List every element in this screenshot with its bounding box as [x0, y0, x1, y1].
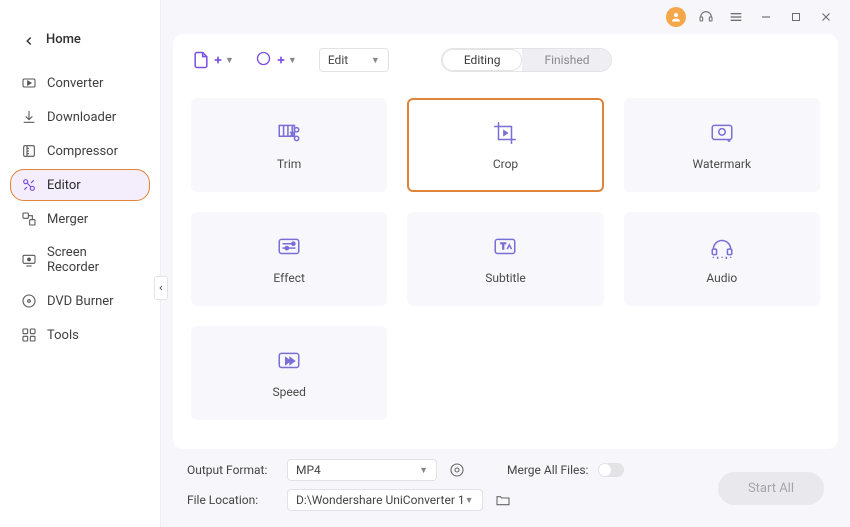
- sidebar-item-label: Merger: [47, 212, 88, 227]
- sidebar-item-label: Downloader: [47, 110, 116, 125]
- tile-watermark[interactable]: Watermark: [624, 98, 820, 192]
- menu-icon[interactable]: [726, 7, 746, 27]
- sidebar-item-compressor[interactable]: Compressor: [10, 135, 150, 167]
- footer-bar: Output Format: MP4 ▼ Merge All Files: Fi…: [161, 449, 850, 527]
- sidebar-item-converter[interactable]: Converter: [10, 67, 150, 99]
- editor-icon: [21, 177, 37, 193]
- main-area: ▼ ▼ Edit ▼ Editing Finished: [160, 0, 850, 527]
- segment-editing[interactable]: Editing: [442, 49, 523, 71]
- dvd-icon: [21, 293, 37, 309]
- sidebar-item-screen-recorder[interactable]: Screen Recorder: [10, 237, 150, 283]
- tile-audio[interactable]: Audio: [624, 212, 820, 306]
- open-folder-button[interactable]: [493, 490, 513, 510]
- tile-speed[interactable]: Speed: [191, 326, 387, 420]
- svg-text:T: T: [501, 242, 506, 252]
- add-file-button[interactable]: ▼: [191, 50, 234, 70]
- chevron-down-icon: ▼: [465, 495, 474, 506]
- tile-crop[interactable]: Crop: [407, 98, 603, 192]
- minimize-icon[interactable]: [756, 7, 776, 27]
- downloader-icon: [21, 109, 37, 125]
- speed-icon: [275, 347, 303, 375]
- screen-recorder-icon: [21, 252, 37, 268]
- converter-icon: [21, 75, 37, 91]
- back-icon: [22, 33, 36, 47]
- sidebar-item-tools[interactable]: Tools: [10, 319, 150, 351]
- crop-icon: [491, 119, 519, 147]
- sidebar-item-label: DVD Burner: [47, 294, 114, 309]
- merger-icon: [21, 211, 37, 227]
- start-all-button[interactable]: Start All: [718, 472, 824, 505]
- sidebar-item-label: Tools: [47, 328, 79, 343]
- collapse-sidebar-handle[interactable]: [154, 276, 168, 300]
- sidebar-item-label: Screen Recorder: [47, 245, 139, 275]
- chevron-down-icon: ▼: [371, 55, 380, 66]
- tile-label: Effect: [273, 271, 305, 285]
- tile-label: Audio: [706, 271, 737, 285]
- tools-icon: [21, 327, 37, 343]
- sidebar-item-downloader[interactable]: Downloader: [10, 101, 150, 133]
- editor-toolbar: ▼ ▼ Edit ▼ Editing Finished: [191, 48, 820, 72]
- output-format-value: MP4: [296, 463, 321, 477]
- compressor-icon: [21, 143, 37, 159]
- file-location-value: D:\Wondershare UniConverter 1: [296, 493, 465, 507]
- tile-effect[interactable]: Effect: [191, 212, 387, 306]
- home-nav[interactable]: Home: [0, 26, 160, 67]
- chevron-down-icon: ▼: [419, 465, 428, 476]
- output-format-label: Output Format:: [187, 463, 277, 477]
- mode-dropdown[interactable]: Edit ▼: [319, 48, 389, 72]
- tile-label: Subtitle: [485, 271, 526, 285]
- mode-dropdown-value: Edit: [328, 53, 348, 67]
- tile-subtitle[interactable]: T Subtitle: [407, 212, 603, 306]
- editor-panel: ▼ ▼ Edit ▼ Editing Finished: [173, 34, 838, 449]
- tile-label: Crop: [493, 157, 518, 171]
- maximize-icon[interactable]: [786, 7, 806, 27]
- editing-finished-toggle: Editing Finished: [441, 48, 613, 72]
- tile-label: Trim: [277, 157, 301, 171]
- effect-icon: [275, 233, 303, 261]
- tool-grid: Trim Crop Watermark Effect T Subtitle: [191, 98, 820, 420]
- tile-label: Speed: [272, 385, 305, 399]
- support-icon[interactable]: [696, 7, 716, 27]
- user-avatar-icon[interactable]: [666, 7, 686, 27]
- segment-finished[interactable]: Finished: [522, 49, 611, 71]
- file-location-select[interactable]: D:\Wondershare UniConverter 1 ▼: [287, 489, 483, 511]
- output-format-select[interactable]: MP4 ▼: [287, 459, 437, 481]
- close-icon[interactable]: [816, 7, 836, 27]
- tile-label: Watermark: [693, 157, 752, 171]
- add-folder-button[interactable]: ▼: [256, 51, 297, 69]
- sidebar-item-label: Compressor: [47, 144, 118, 159]
- audio-icon: [708, 233, 736, 261]
- merge-files-label: Merge All Files:: [507, 463, 588, 477]
- subtitle-icon: T: [491, 233, 519, 261]
- sidebar-item-merger[interactable]: Merger: [10, 203, 150, 235]
- sidebar: Home Converter Downloader Compressor Edi…: [0, 0, 160, 527]
- watermark-icon: [708, 119, 736, 147]
- merge-files-toggle[interactable]: [598, 463, 624, 477]
- window-titlebar: [161, 0, 850, 28]
- format-settings-button[interactable]: [447, 460, 467, 480]
- file-location-label: File Location:: [187, 493, 277, 507]
- tile-trim[interactable]: Trim: [191, 98, 387, 192]
- trim-icon: [275, 119, 303, 147]
- sidebar-item-label: Converter: [47, 76, 103, 91]
- sidebar-item-label: Editor: [47, 178, 81, 193]
- home-label: Home: [46, 32, 81, 47]
- sidebar-item-editor[interactable]: Editor: [10, 169, 150, 201]
- sidebar-item-dvd-burner[interactable]: DVD Burner: [10, 285, 150, 317]
